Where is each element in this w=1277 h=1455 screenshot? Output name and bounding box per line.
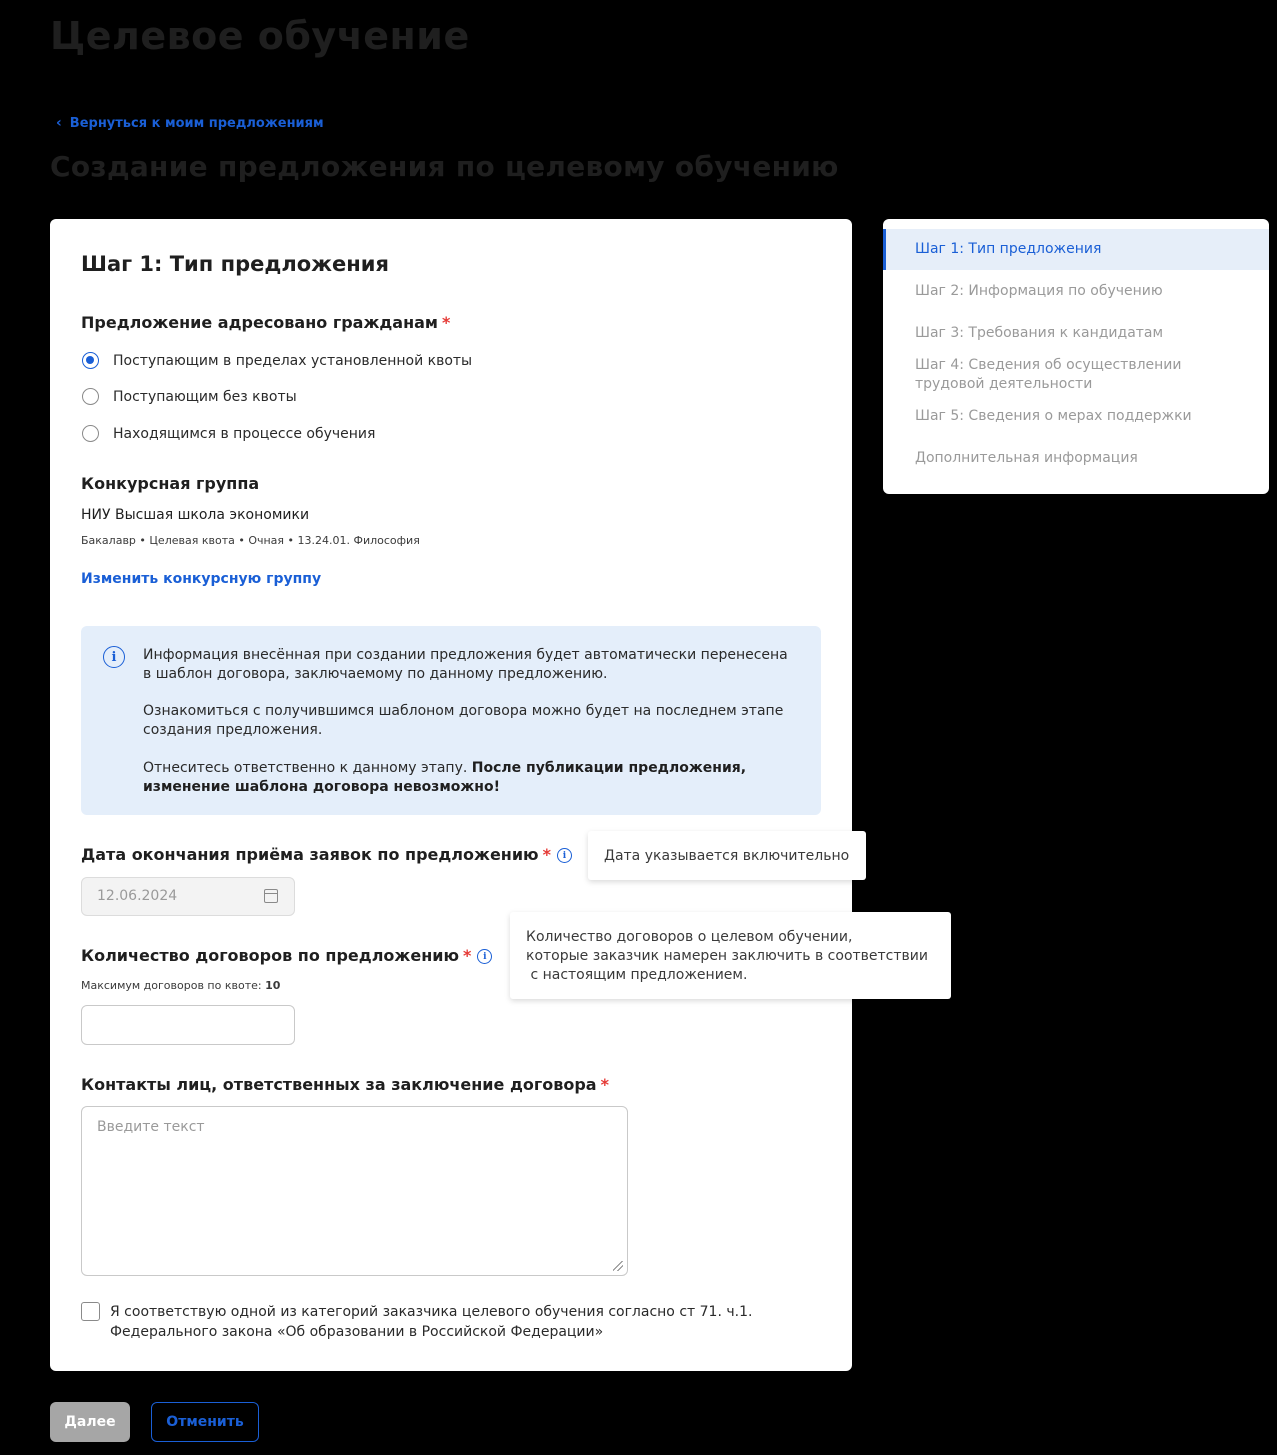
step-title: Шаг 1: Тип предложения [81, 252, 389, 276]
info-paragraph-1: Информация внесённая при создании предло… [143, 647, 788, 682]
radio-no-quota[interactable]: Поступающим без квоты [82, 388, 297, 405]
contracts-count-input[interactable] [81, 1005, 295, 1045]
radio-label: Находящимся в процессе обучения [113, 425, 376, 442]
checkbox-label-line-1: Я соответствую одной из категорий заказч… [110, 1304, 753, 1320]
sidebar-item-step-5[interactable]: Шаг 5: Сведения о мерах поддержки [883, 407, 1269, 426]
contacts-label-text: Контакты лиц, ответственных за заключени… [81, 1075, 597, 1094]
deadline-date-input[interactable]: 12.06.2024 [81, 877, 295, 916]
deadline-label-text: Дата окончания приёма заявок по предложе… [81, 845, 539, 864]
change-group-link[interactable]: Изменить конкурсную группу [81, 571, 321, 587]
customer-category-checkbox[interactable] [81, 1302, 100, 1321]
form-title: Создание предложения по целевому обучени… [50, 150, 839, 183]
radio-button[interactable] [82, 425, 99, 442]
contracts-hint: Максимум договоров по квоте: 10 [81, 979, 280, 992]
radio-label: Поступающим без квоты [113, 388, 297, 405]
radio-button[interactable] [82, 388, 99, 405]
checkbox[interactable] [81, 1302, 100, 1321]
sidebar-item-step-2[interactable]: Шаг 2: Информация по обучению [883, 282, 1269, 301]
contacts-label: Контакты лиц, ответственных за заключени… [81, 1075, 609, 1094]
contracts-label: Количество договоров по предложению * i [81, 946, 493, 965]
contracts-label-text: Количество договоров по предложению [81, 946, 460, 965]
chevron-left-icon: ‹ [56, 115, 62, 131]
radio-studying[interactable]: Находящимся в процессе обучения [82, 425, 375, 442]
deadline-label: Дата окончания приёма заявок по предложе… [81, 845, 572, 864]
required-mark: * [442, 313, 451, 332]
next-button[interactable]: Далее [50, 1402, 130, 1442]
steps-sidebar: Шаг 1: Тип предложения Шаг 2: Информация… [883, 219, 1269, 494]
group-details: Бакалавр • Целевая квота • Очная • 13.24… [81, 534, 420, 547]
contracts-tooltip-line-1: Количество договоров о целевом обучении, [526, 929, 853, 945]
contracts-tooltip-line-2: которые заказчик намерен заключить в соо… [526, 948, 928, 964]
info-paragraph-2: Ознакомиться с получившимся шаблоном дог… [143, 703, 784, 738]
addressed-label: Предложение адресовано гражданам * [81, 313, 450, 332]
info-box: i Информация внесённая при создании пред… [81, 626, 821, 815]
contracts-tooltip: Количество договоров о целевом обучении,… [510, 912, 951, 999]
checkbox-label-line-2: Федерального закона «Об образовании в Ро… [110, 1324, 604, 1340]
radio-quota[interactable]: Поступающим в пределах установленной кво… [82, 352, 472, 369]
checkbox-label: Я соответствую одной из категорий заказч… [110, 1302, 830, 1342]
addressed-label-text: Предложение адресовано гражданам [81, 313, 439, 332]
calendar-icon[interactable] [264, 889, 278, 903]
deadline-tooltip: Дата указывается включительно [588, 831, 866, 880]
contracts-hint-prefix: Максимум договоров по квоте: [81, 979, 262, 992]
textarea-placeholder: Введите текст [97, 1119, 205, 1135]
required-mark: * [600, 1075, 609, 1094]
back-link[interactable]: ‹ Вернуться к моим предложениям [56, 115, 324, 131]
resize-grip-icon[interactable] [613, 1261, 623, 1271]
info-paragraph-3: Отнеситесь ответственно к данному этапу.… [143, 759, 793, 797]
info-icon[interactable]: i [477, 949, 493, 964]
deadline-tooltip-text: Дата указывается включительно [604, 848, 850, 864]
radio-label: Поступающим в пределах установленной кво… [113, 352, 473, 369]
back-link-label: Вернуться к моим предложениям [69, 115, 324, 131]
date-value: 12.06.2024 [97, 888, 178, 904]
cancel-button[interactable]: Отменить [151, 1402, 259, 1442]
contracts-tooltip-line-3: с настоящим предложением. [526, 967, 748, 983]
competition-group-label: Конкурсная группа [81, 474, 260, 493]
contracts-hint-value: 10 [265, 979, 281, 992]
sidebar-item-step-3[interactable]: Шаг 3: Требования к кандидатам [883, 324, 1269, 343]
page-title: Целевое обучение [50, 14, 470, 58]
sidebar-item-additional[interactable]: Дополнительная информация [883, 449, 1269, 468]
required-mark: * [463, 946, 472, 965]
radio-button-checked[interactable] [82, 352, 99, 369]
info-paragraph-3-plain: Отнеситесь ответственно к данному этапу. [143, 760, 468, 776]
sidebar-item-step-4[interactable]: Шаг 4: Сведения об осуществлении трудово… [883, 356, 1223, 394]
sidebar-item-step-1[interactable]: Шаг 1: Тип предложения [883, 229, 1269, 270]
info-icon[interactable]: i [556, 848, 572, 863]
form-card: Шаг 1: Тип предложения Предложение адрес… [50, 219, 852, 1371]
info-icon: i [103, 646, 125, 668]
contacts-textarea[interactable]: Введите текст [81, 1106, 628, 1276]
required-mark: * [542, 845, 551, 864]
university-name: НИУ Высшая школа экономики [81, 507, 310, 523]
